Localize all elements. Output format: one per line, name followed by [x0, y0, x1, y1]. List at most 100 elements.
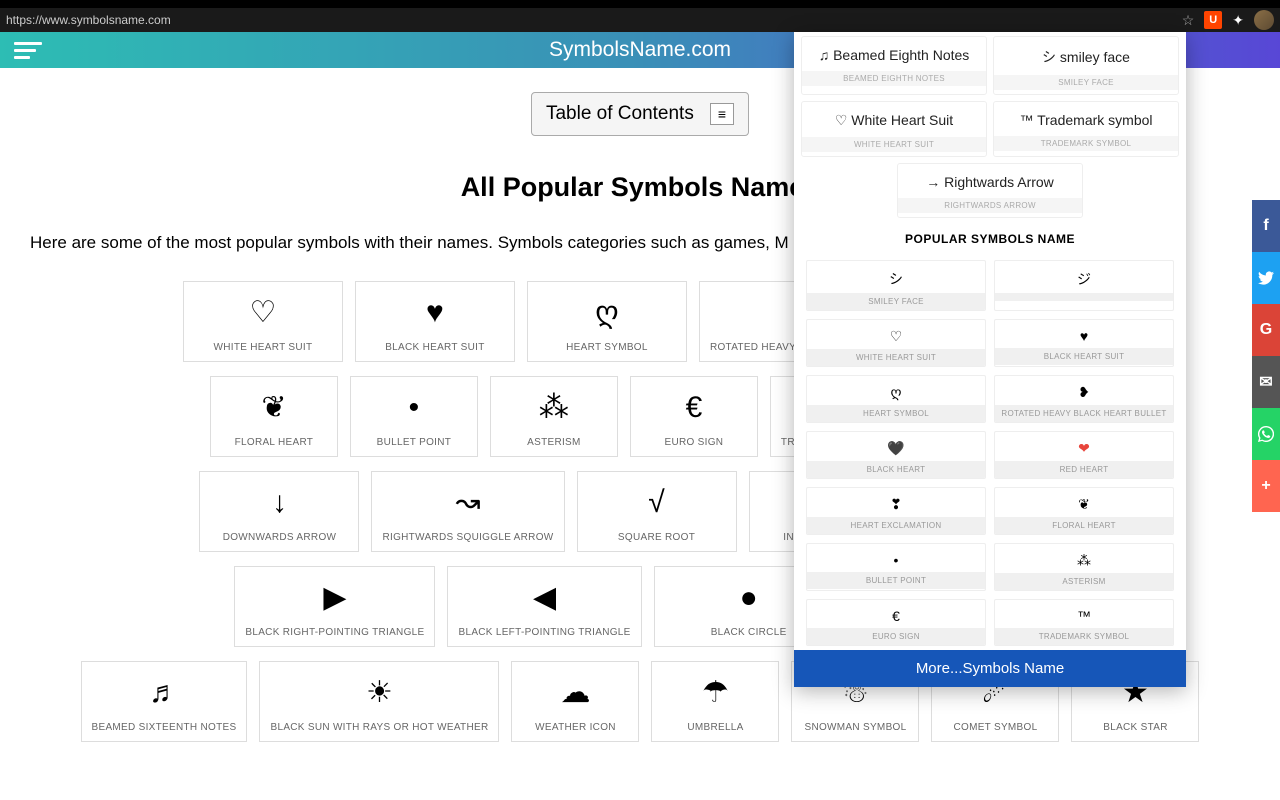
table-of-contents-button[interactable]: Table of Contents ≡ [531, 92, 749, 136]
bookmark-star-icon[interactable]: ☆ [1182, 12, 1195, 29]
ext-top-title: ™ Trademark symbol [994, 112, 1178, 128]
ext-pop-card[interactable]: ღHEART SYMBOL [806, 375, 986, 423]
ext-pop-card[interactable]: ⁂ASTERISM [994, 543, 1174, 591]
ext-pop-label: ROTATED HEAVY BLACK HEART BULLET [995, 405, 1173, 422]
ext-pop-glyph: ❣ [807, 488, 985, 517]
symbol-card[interactable]: ☁WEATHER ICON [511, 661, 639, 742]
symbol-label: SQUARE ROOT [588, 532, 726, 543]
symbol-glyph: • [361, 389, 467, 427]
ext-pop-glyph: ♥ [995, 320, 1173, 348]
symbol-card[interactable]: ♬ BEAMED SIXTEENTH NOTES [81, 661, 248, 742]
ext-pop-card[interactable]: ❥ROTATED HEAVY BLACK HEART BULLET [994, 375, 1174, 423]
symbol-card[interactable]: • BULLET POINT [350, 376, 478, 457]
toc-toggle-icon[interactable]: ≡ [710, 103, 734, 125]
ext-pop-card[interactable]: 🖤BLACK HEART [806, 431, 986, 479]
ext-top-card[interactable]: ™ Trademark symbol TRADEMARK SYMBOL [993, 101, 1179, 157]
symbol-card[interactable]: ♡WHITE HEART SUIT [183, 281, 343, 362]
symbol-glyph: ❦ [221, 389, 327, 427]
google-share-icon[interactable]: G [1252, 304, 1280, 356]
hamburger-menu-icon[interactable] [14, 42, 42, 59]
symbol-glyph: √ [588, 484, 726, 522]
ext-pop-glyph: ジ [995, 261, 1173, 293]
ext-pop-card[interactable]: ™TRADEMARK SYMBOL [994, 599, 1174, 646]
ext-pop-label [995, 293, 1173, 301]
symbol-card[interactable]: ⁂ASTERISM [490, 376, 618, 457]
ext-pop-glyph: 🖤 [807, 432, 985, 461]
ext-pop-glyph: ❤ [995, 432, 1173, 461]
ext-pop-label: BLACK HEART SUIT [995, 348, 1173, 365]
ext-pop-card[interactable]: •BULLET POINT [806, 543, 986, 591]
more-share-icon[interactable]: + [1252, 460, 1280, 512]
ext-pop-glyph: シ [807, 261, 985, 293]
ext-popular-grid: シSMILEY FACEジ♡WHITE HEART SUIT♥BLACK HEA… [794, 256, 1186, 650]
symbol-label: SNOWMAN SYMBOL [802, 722, 908, 733]
ext-top-grid: ♫ Beamed Eighth NotesBEAMED EIGHTH NOTES… [794, 32, 1186, 222]
ext-top-card[interactable]: シ smiley face SMILEY FACE [993, 36, 1179, 95]
symbol-card[interactable]: ღHEART SYMBOL [527, 281, 687, 362]
symbol-card[interactable]: €EURO SIGN [630, 376, 758, 457]
ext-pop-label: HEART SYMBOL [807, 405, 985, 422]
ext-top-sub: BEAMED EIGHTH NOTES [802, 71, 986, 86]
whatsapp-share-icon[interactable] [1252, 408, 1280, 460]
symbol-label: BLACK RIGHT-POINTING TRIANGLE [245, 627, 424, 638]
browser-top-strip [0, 0, 1280, 8]
ext-pop-label: FLORAL HEART [995, 517, 1173, 534]
ext-pop-card[interactable]: シSMILEY FACE [806, 260, 986, 311]
ext-pop-card[interactable]: ❤RED HEART [994, 431, 1174, 479]
ext-pop-card[interactable]: ❦FLORAL HEART [994, 487, 1174, 535]
ext-pop-label: ASTERISM [995, 573, 1173, 590]
symbol-glyph: ☂ [662, 674, 768, 712]
extensions-puzzle-icon[interactable]: ✦ [1232, 12, 1244, 29]
symbol-glyph: ♥ [366, 294, 504, 332]
twitter-share-icon[interactable] [1252, 252, 1280, 304]
symbol-glyph: ♡ [194, 294, 332, 332]
symbol-label: DOWNWARDS ARROW [210, 532, 348, 543]
facebook-share-icon[interactable]: f [1252, 200, 1280, 252]
symbol-label: COMET SYMBOL [942, 722, 1048, 733]
ext-top-card[interactable]: ♡ White Heart SuitWHITE HEART SUIT [801, 101, 987, 157]
symbol-card[interactable]: ▶BLACK RIGHT-POINTING TRIANGLE [234, 566, 435, 647]
symbol-label: BEAMED SIXTEENTH NOTES [92, 722, 237, 733]
ext-pop-card[interactable]: ♥BLACK HEART SUIT [994, 319, 1174, 367]
symbol-label: RIGHTWARDS SQUIGGLE ARROW [382, 532, 553, 543]
symbol-card[interactable]: ↝RIGHTWARDS SQUIGGLE ARROW [371, 471, 564, 552]
ext-pop-glyph: ♡ [807, 320, 985, 349]
ext-pop-label: BULLET POINT [807, 572, 985, 589]
symbol-card[interactable]: ◀BLACK LEFT-POINTING TRIANGLE [447, 566, 641, 647]
ext-pop-label: EURO SIGN [807, 628, 985, 645]
symbol-card[interactable]: ↓DOWNWARDS ARROW [199, 471, 359, 552]
symbol-label: ASTERISM [501, 437, 607, 448]
ext-pop-card[interactable]: €EURO SIGN [806, 599, 986, 646]
symbol-card[interactable]: √ SQUARE ROOT [577, 471, 737, 552]
ext-more-button[interactable]: More...Symbols Name [794, 650, 1186, 687]
symbol-label: BLACK STAR [1082, 722, 1188, 733]
ext-pop-glyph: ❦ [995, 488, 1173, 517]
ext-top-card[interactable]: ♫ Beamed Eighth NotesBEAMED EIGHTH NOTES [801, 36, 987, 95]
ext-top-sub: TRADEMARK SYMBOL [994, 136, 1178, 151]
ext-pop-glyph: • [807, 544, 985, 572]
symbol-glyph: ღ [538, 294, 676, 332]
symbol-glyph: ◀ [458, 579, 630, 617]
toc-label: Table of Contents [546, 103, 694, 125]
ext-pop-card[interactable]: ❣HEART EXCLAMATION [806, 487, 986, 535]
symbol-label: BULLET POINT [361, 437, 467, 448]
ublock-icon[interactable]: U [1204, 11, 1222, 29]
ext-pop-card[interactable]: ♡WHITE HEART SUIT [806, 319, 986, 367]
symbol-glyph: ☀ [270, 674, 488, 712]
ext-top-sub: SMILEY FACE [994, 75, 1178, 90]
symbol-card[interactable]: ☂UMBRELLA [651, 661, 779, 742]
site-title[interactable]: SymbolsName.com [549, 38, 731, 62]
symbol-card[interactable]: ☀BLACK SUN WITH RAYS OR HOT WEATHER [259, 661, 499, 742]
profile-avatar[interactable] [1254, 10, 1274, 30]
symbol-glyph: ♬ [92, 674, 237, 712]
ext-pop-label: TRADEMARK SYMBOL [995, 628, 1173, 645]
email-share-icon[interactable]: ✉ [1252, 356, 1280, 408]
ext-pop-card[interactable]: ジ [994, 260, 1174, 311]
ext-top-card[interactable]: → Rightwards ArrowRIGHTWARDS ARROW [897, 163, 1083, 218]
symbol-card[interactable]: ❦FLORAL HEART [210, 376, 338, 457]
url-text: https://www.symbolsname.com [6, 13, 1182, 27]
ext-pop-glyph: ღ [807, 376, 985, 405]
ext-top-title: シ smiley face [994, 47, 1178, 67]
url-bar[interactable]: https://www.symbolsname.com ☆ U ✦ [0, 8, 1280, 32]
symbol-card[interactable]: ♥BLACK HEART SUIT [355, 281, 515, 362]
